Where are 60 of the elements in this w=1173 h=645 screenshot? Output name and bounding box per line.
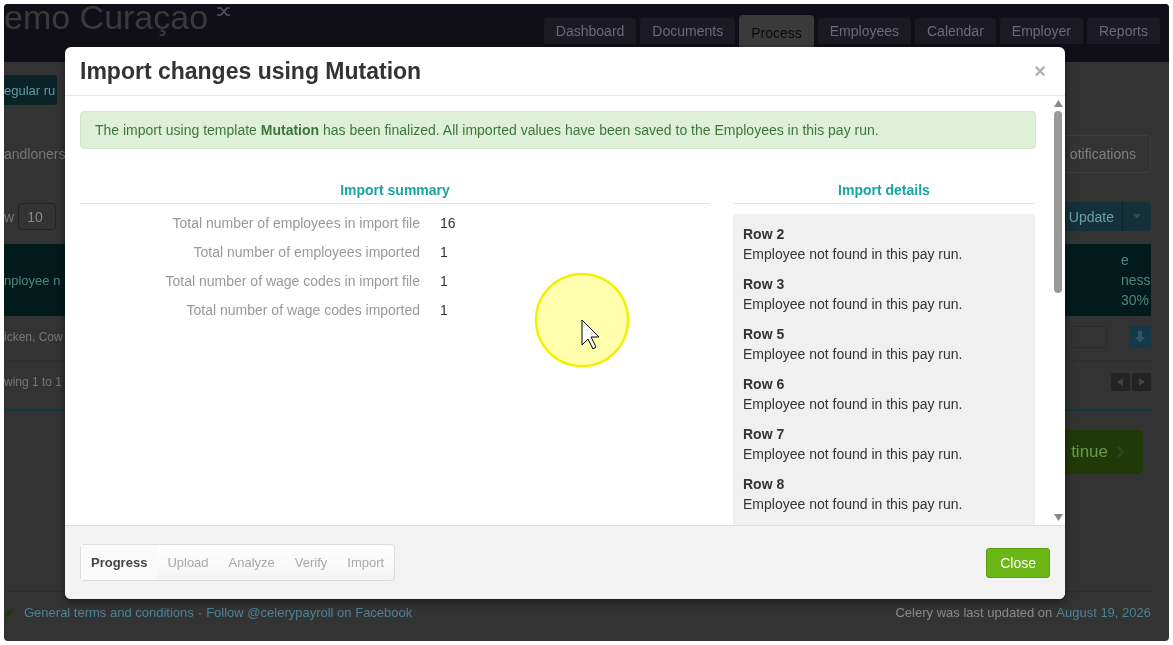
caret-icon [1133, 214, 1141, 219]
table-cell: icken, Cow [4, 330, 63, 344]
previous-button[interactable] [1111, 373, 1130, 391]
date-link[interactable]: August 19, 2026 [1056, 605, 1151, 620]
row-label: Row 6 [743, 375, 786, 394]
nav-tab[interactable]: Employees [817, 18, 911, 44]
summary-value: 16 [440, 215, 456, 231]
modal-title: Import changes using Mutation [80, 57, 422, 85]
row-message: Employee not found in this pay run. [743, 296, 963, 312]
row-message: Employee not found in this pay run. [743, 346, 963, 362]
step-tab[interactable]: Verify [284, 545, 338, 580]
filter-label: andloners [4, 146, 66, 162]
summary-label: Total number of wage codes imported [185, 302, 420, 318]
row-label: Row 5 [743, 325, 786, 344]
success-alert: The import using template Mutation has been finalized. All imported values have been saved to the Employees in this pay run. [80, 111, 1036, 149]
row-label: Row 8 [743, 475, 786, 494]
summary-value: 1 [440, 302, 448, 318]
nav-tab[interactable]: Calendar [915, 18, 996, 44]
nav-tab[interactable]: Employer [999, 18, 1083, 44]
step-tab[interactable]: Upload [157, 545, 219, 580]
shuffle-icon [216, 4, 233, 18]
summary-label: Total number of employees imported [192, 244, 420, 260]
section-heading: Import details [733, 182, 1035, 204]
table-info: wing 1 to 1 [4, 375, 63, 389]
updated-text: Celery was last updated on [895, 605, 1053, 620]
step-tab[interactable]: Progress [81, 545, 158, 580]
footer-link[interactable]: Follow @celerypayroll on Facebook [206, 605, 413, 620]
row-label: Row 3 [743, 275, 786, 294]
scrollbar-thumb[interactable] [1054, 111, 1062, 293]
row-message: Employee not found in this pay run. [743, 246, 963, 262]
close-button[interactable]: Close [986, 547, 1050, 578]
row-label: Row 7 [743, 425, 786, 444]
page-size-select[interactable]: 10 [18, 203, 57, 230]
row-message: Employee not found in this pay run. [743, 496, 963, 512]
leaf-icon [4, 607, 14, 618]
row-message: Employee not found in this pay run. [743, 396, 963, 412]
summary-label: Total number of wage codes in import file [164, 273, 420, 289]
download-button[interactable] [1129, 326, 1151, 348]
step-tab[interactable]: Analyze [218, 545, 285, 580]
summary-value: 1 [440, 273, 448, 289]
scroll-up-icon[interactable] [1053, 100, 1063, 107]
section-heading: Import summary [80, 182, 710, 204]
scroll-down-icon[interactable] [1053, 514, 1063, 521]
summary-value: 1 [440, 244, 448, 260]
nav-tab[interactable]: Documents [640, 18, 736, 44]
close-icon[interactable]: × [1034, 59, 1050, 83]
run-button[interactable]: egular ru [4, 75, 58, 105]
summary-label: Total number of employees in import file [171, 215, 420, 231]
column-header: e ness 30% [1121, 251, 1151, 310]
footer-link[interactable]: General terms and conditions [24, 605, 194, 620]
next-button[interactable] [1132, 373, 1151, 391]
nav-tab[interactable]: Reports [1086, 18, 1160, 44]
down-arrow-icon [1135, 331, 1145, 343]
nav-tab[interactable]: Dashboard [543, 18, 637, 44]
column-header: nployee n [4, 272, 61, 288]
row-label: Row 2 [743, 225, 786, 244]
separator: · [197, 605, 203, 620]
step-tab[interactable]: Import [337, 545, 395, 580]
row-message: Employee not found in this pay run. [743, 446, 963, 462]
show-label: w [4, 208, 15, 225]
